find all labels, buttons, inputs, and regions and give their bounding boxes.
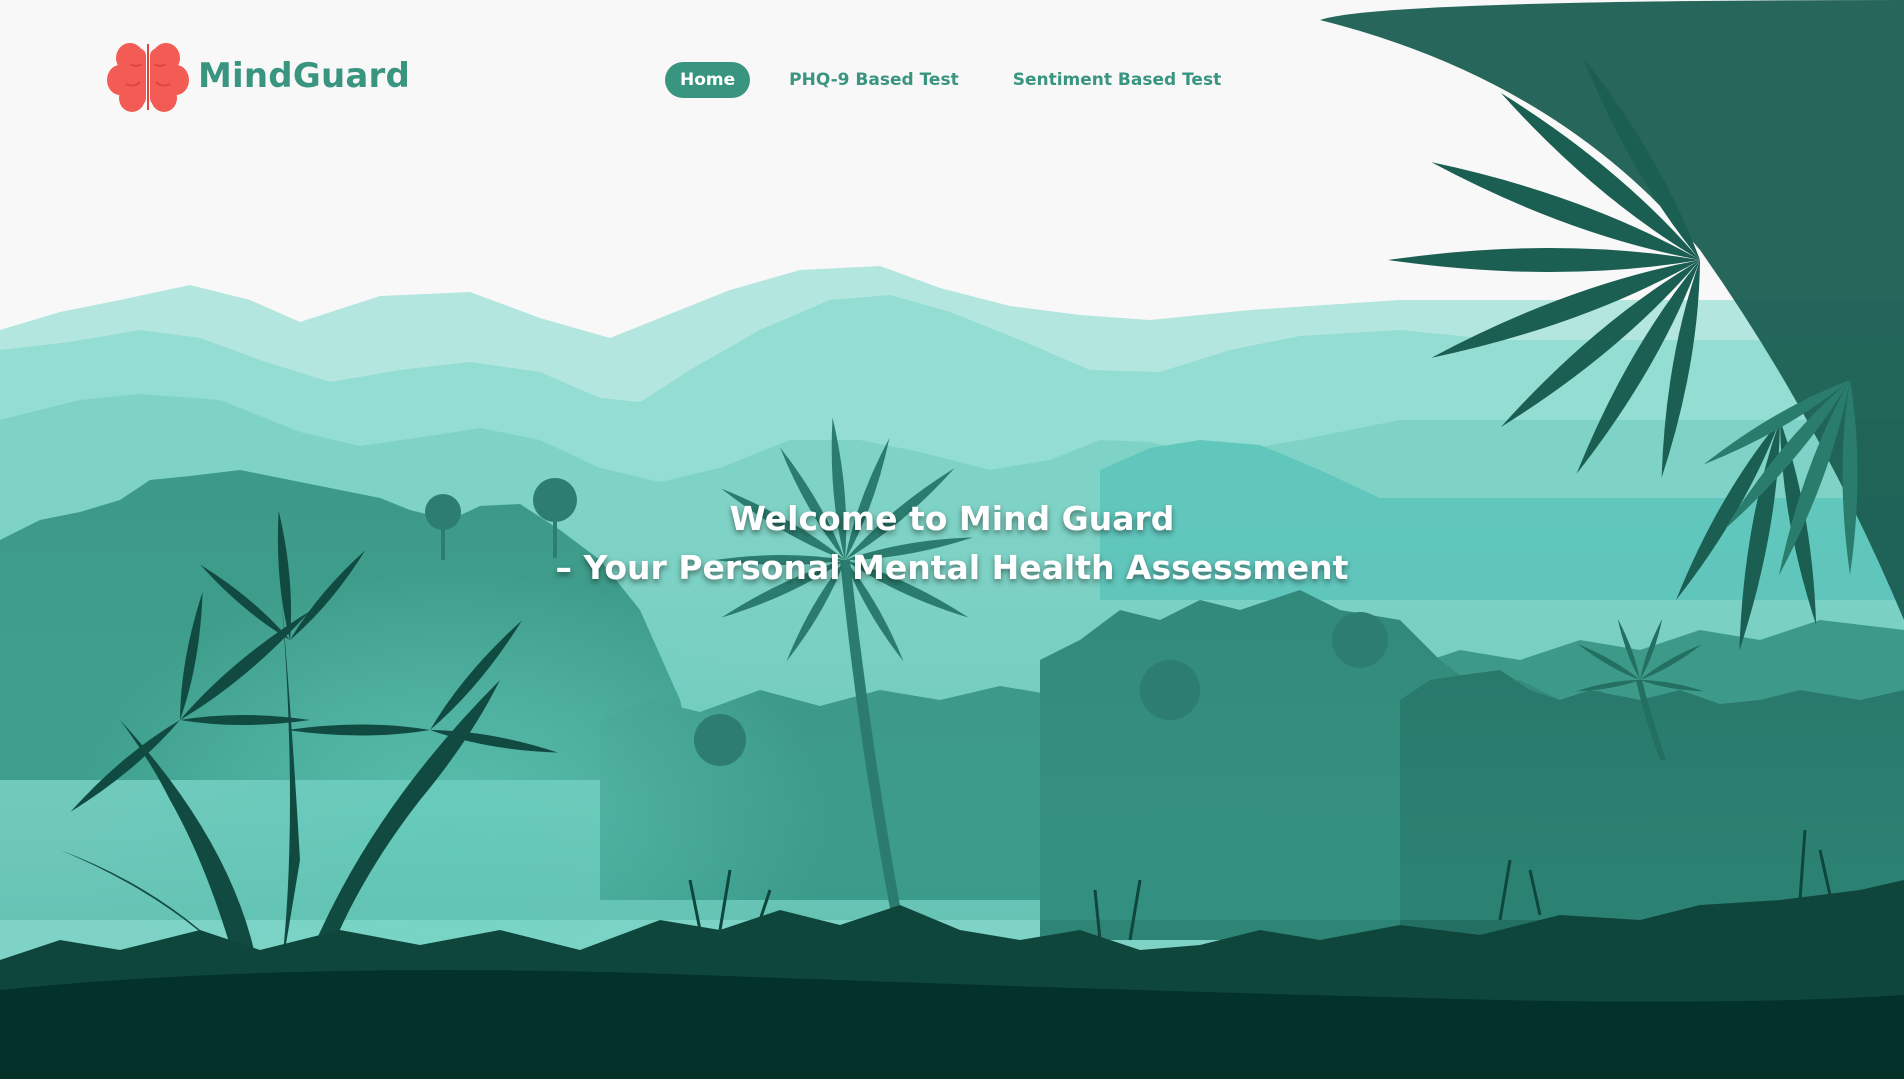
nav-phq9-test[interactable]: PHQ-9 Based Test: [774, 62, 974, 98]
hero-title-line-1: Welcome to Mind Guard: [729, 499, 1175, 538]
top-navbar: MindGuard Home PHQ-9 Based Test Sentimen…: [0, 0, 1904, 160]
nav-home[interactable]: Home: [665, 62, 751, 98]
hero-heading: Welcome to Mind Guard – Your Personal Me…: [0, 494, 1904, 592]
hero-title-line-2: – Your Personal Mental Health Assessment: [555, 548, 1349, 587]
nav-sentiment-test[interactable]: Sentiment Based Test: [998, 62, 1237, 98]
brain-icon: [107, 43, 189, 112]
brand-logo[interactable]: MindGuard: [106, 36, 410, 116]
brand-name: MindGuard: [198, 56, 410, 96]
main-nav: Home PHQ-9 Based Test Sentiment Based Te…: [665, 62, 1260, 98]
